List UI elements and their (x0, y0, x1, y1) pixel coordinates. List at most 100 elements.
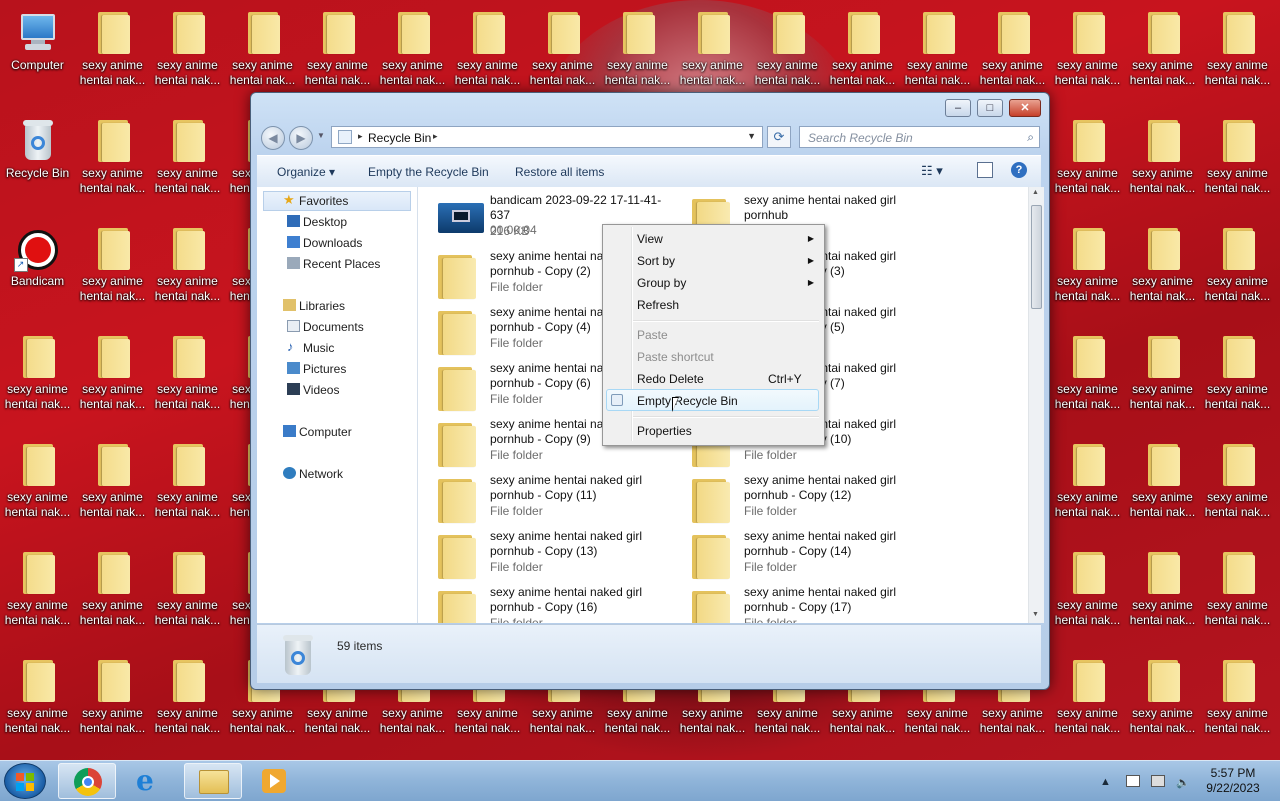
desktop-folder[interactable]: sexy animehentai nak... (1125, 222, 1200, 322)
search-input[interactable]: Search Recycle Bin ⌕ (799, 126, 1040, 148)
desktop-folder[interactable]: sexy animehentai nak... (1050, 438, 1125, 538)
desktop-folder[interactable]: sexy animehentai nak... (1200, 546, 1275, 646)
taskbar-internet-explorer[interactable]: e (122, 763, 180, 799)
desktop-folder[interactable]: sexy animehentai nak... (0, 654, 75, 754)
nav-recent-places[interactable]: Recent Places (287, 257, 380, 271)
start-button[interactable] (4, 763, 46, 799)
minimize-button[interactable]: – (945, 99, 971, 117)
breadcrumb-arrow-icon[interactable]: ▸ (433, 131, 438, 142)
organize-button[interactable]: Organize ▾ (277, 165, 335, 179)
network-tray-icon[interactable] (1151, 775, 1166, 787)
folder-item[interactable]: sexy anime hentai naked girlpornhub - Co… (672, 473, 922, 529)
desktop-folder[interactable]: sexy animehentai nak... (1200, 114, 1275, 214)
desktop-folder[interactable]: sexy animehentai nak... (1200, 438, 1275, 538)
desktop-icon-bandicam[interactable]: ↗ Bandicam (0, 222, 75, 322)
desktop-folder[interactable]: sexy animehentai nak... (1050, 654, 1125, 754)
desktop-folder[interactable]: sexy animehentai nak... (0, 438, 75, 538)
desktop-folder[interactable]: sexy animehentai nak... (375, 6, 450, 106)
address-bar[interactable]: ▸ Recycle Bin ▸ ▼ (331, 126, 763, 148)
scroll-up-icon[interactable]: ▲ (1032, 189, 1039, 196)
desktop-folder[interactable]: sexy animehentai nak... (1050, 222, 1125, 322)
taskbar-clock[interactable]: 5:57 PM 9/22/2023 (1192, 766, 1274, 796)
desktop-folder[interactable]: sexy animehentai nak... (75, 114, 150, 214)
context-menu[interactable]: View ▶ Sort by ▶ Group by ▶ Refresh Past… (602, 224, 825, 446)
close-button[interactable]: ✕ (1009, 99, 1041, 117)
desktop-folder[interactable]: sexy animehentai nak... (225, 6, 300, 106)
desktop-folder[interactable]: sexy animehentai nak... (300, 6, 375, 106)
menu-item-sort-by[interactable]: Sort by (637, 254, 675, 268)
taskbar-file-explorer[interactable] (184, 763, 242, 799)
desktop-folder[interactable]: sexy animehentai nak... (150, 6, 225, 106)
menu-item-refresh[interactable]: Refresh (637, 298, 679, 312)
desktop-folder[interactable]: sexy animehentai nak... (1200, 654, 1275, 754)
nav-music[interactable]: ♪ Music (287, 339, 334, 355)
desktop-folder[interactable]: sexy animehentai nak... (600, 6, 675, 106)
empty-recycle-bin-button[interactable]: Empty the Recycle Bin (368, 165, 489, 179)
folder-item[interactable]: sexy anime hentai naked girlpornhub - Co… (672, 585, 922, 623)
desktop-folder[interactable]: sexy animehentai nak... (825, 6, 900, 106)
desktop-icon-recycle-bin[interactable]: Recycle Bin (0, 114, 75, 214)
desktop-folder[interactable]: sexy animehentai nak... (1050, 330, 1125, 430)
desktop-folder[interactable]: sexy animehentai nak... (150, 330, 225, 430)
nav-documents[interactable]: Documents (287, 320, 364, 334)
desktop-folder[interactable]: sexy animehentai nak... (1125, 546, 1200, 646)
desktop-folder[interactable]: sexy animehentai nak... (1125, 330, 1200, 430)
nav-downloads[interactable]: Downloads (287, 236, 362, 250)
desktop-folder[interactable]: sexy animehentai nak... (675, 6, 750, 106)
desktop-icon-computer[interactable]: Computer (0, 6, 75, 106)
maximize-button[interactable]: □ (977, 99, 1003, 117)
nav-network[interactable]: Network (283, 467, 343, 481)
menu-item-group-by[interactable]: Group by (637, 276, 686, 290)
restore-all-button[interactable]: Restore all items (515, 165, 604, 179)
desktop-folder[interactable]: sexy animehentai nak... (525, 6, 600, 106)
desktop-folder[interactable]: sexy animehentai nak... (75, 546, 150, 646)
desktop-folder[interactable]: sexy animehentai nak... (0, 330, 75, 430)
desktop-folder[interactable]: sexy animehentai nak... (1125, 654, 1200, 754)
desktop-folder[interactable]: sexy animehentai nak... (1050, 6, 1125, 106)
desktop-folder[interactable]: sexy animehentai nak... (1200, 6, 1275, 106)
desktop-folder[interactable]: sexy animehentai nak... (150, 438, 225, 538)
folder-item[interactable]: sexy anime hentai naked girlpornhub - Co… (418, 585, 668, 623)
back-button[interactable]: ◀ (261, 126, 285, 150)
desktop-folder[interactable]: sexy animehentai nak... (750, 6, 825, 106)
nav-computer[interactable]: Computer (283, 425, 352, 439)
preview-pane-icon[interactable] (977, 162, 993, 178)
scroll-down-icon[interactable]: ▼ (1032, 611, 1039, 618)
menu-item-paste-shortcut[interactable]: Paste shortcut (637, 350, 714, 364)
nav-favorites[interactable]: ★ Favorites (283, 192, 348, 208)
desktop-folder[interactable]: sexy animehentai nak... (1200, 222, 1275, 322)
desktop-folder[interactable]: sexy animehentai nak... (75, 330, 150, 430)
nav-libraries[interactable]: Libraries (283, 299, 345, 313)
folder-item[interactable]: sexy anime hentai naked girlpornhub - Co… (418, 473, 668, 529)
desktop-folder[interactable]: sexy animehentai nak... (1050, 546, 1125, 646)
refresh-button[interactable]: ⟳ (767, 126, 791, 148)
menu-item-properties[interactable]: Properties (637, 424, 692, 438)
nav-pictures[interactable]: Pictures (287, 362, 346, 376)
desktop-folder[interactable]: sexy animehentai nak... (1200, 330, 1275, 430)
desktop-folder[interactable]: sexy animehentai nak... (975, 6, 1050, 106)
menu-item-paste[interactable]: Paste (637, 328, 668, 342)
folder-item[interactable]: sexy anime hentai naked girlpornhub - Co… (418, 529, 668, 585)
menu-item-view[interactable]: View (637, 232, 663, 246)
desktop-folder[interactable]: sexy animehentai nak... (1125, 438, 1200, 538)
nav-videos[interactable]: Videos (287, 383, 339, 397)
forward-button[interactable]: ▶ (289, 126, 313, 150)
desktop-folder[interactable]: sexy animehentai nak... (150, 654, 225, 754)
action-center-icon[interactable] (1125, 775, 1140, 787)
folder-item[interactable]: sexy anime hentai naked girlpornhub - Co… (672, 529, 922, 585)
show-hidden-icons-button[interactable]: ▲ (1100, 776, 1111, 788)
breadcrumb-recycle-bin[interactable]: Recycle Bin (368, 131, 431, 145)
breadcrumb-arrow-icon[interactable]: ▸ (358, 131, 363, 142)
vertical-scrollbar[interactable]: ▲ ▼ (1028, 187, 1044, 623)
menu-item-empty-recycle-bin[interactable]: Empty Recycle Bin (637, 394, 738, 408)
scrollbar-thumb[interactable] (1031, 205, 1042, 309)
desktop-folder[interactable]: sexy animehentai nak... (75, 222, 150, 322)
recent-pages-dropdown[interactable]: ▼ (317, 131, 325, 140)
desktop-folder[interactable]: sexy animehentai nak... (150, 222, 225, 322)
desktop-folder[interactable]: sexy animehentai nak... (75, 438, 150, 538)
desktop-folder[interactable]: sexy animehentai nak... (1125, 6, 1200, 106)
desktop-folder[interactable]: sexy animehentai nak... (75, 6, 150, 106)
taskbar-media-player[interactable] (246, 763, 304, 799)
desktop-folder[interactable]: sexy animehentai nak... (1050, 114, 1125, 214)
menu-item-redo-delete[interactable]: Redo Delete (637, 372, 704, 386)
